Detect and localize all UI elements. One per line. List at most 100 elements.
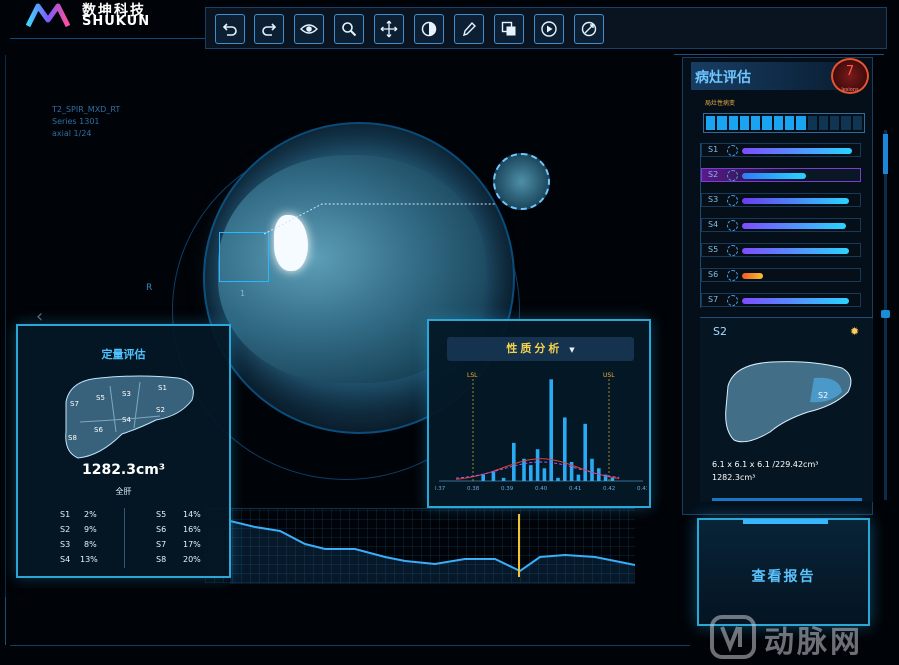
- report-tab-accent: [743, 519, 828, 524]
- segment-detail-panel: S2 ✹ S2 6.1 x 6.1 x 6.1 /229.42cm³ 1282.…: [700, 317, 873, 502]
- x-tick-label: 0.38: [467, 486, 480, 492]
- layers-button[interactable]: [494, 14, 524, 44]
- segment-row-s1[interactable]: S1: [701, 143, 861, 157]
- property-dropdown[interactable]: 性质分析 ▼: [447, 337, 634, 361]
- view-report-button[interactable]: 查看报告: [697, 518, 870, 626]
- pen-icon: [463, 21, 476, 37]
- lesion-count-badge: 7 lesions: [831, 58, 869, 94]
- segment-row-s2[interactable]: S2: [701, 168, 861, 182]
- draw-button[interactable]: [454, 14, 484, 44]
- level-segment: [784, 116, 795, 130]
- contrast-button[interactable]: [414, 14, 444, 44]
- liver-label-s4: S4: [122, 416, 131, 424]
- dropdown-arrow-icon: ▼: [569, 346, 575, 354]
- lesion-assessment-panel: 病灶评估 7 lesions 局灶性病变 S1 S2 S3 S4 S5 S6 S7 S2 ✹ …: [682, 57, 873, 515]
- scrollbar-segment: [883, 134, 888, 174]
- histogram-bar: [529, 465, 533, 481]
- frame-corner: [5, 597, 13, 645]
- histogram-bar: [556, 477, 560, 481]
- settings-button[interactable]: [574, 14, 604, 44]
- histogram-bar: [481, 474, 485, 481]
- lsl-label: LSL: [467, 372, 478, 379]
- view-button[interactable]: [294, 14, 324, 44]
- histogram-bar: [576, 474, 581, 481]
- liver-model-image: S1 S2 S3 S4 S5 S6 S7 S8: [65, 375, 194, 459]
- slice-info: axial 1/24: [52, 129, 92, 138]
- quantitative-panel: 定量评估 S1 S2 S3 S4 S5 S6 S7 S8 1282.3cm³ 全…: [16, 324, 231, 578]
- gear-icon: [727, 245, 738, 256]
- x-tick-label: 0.43: [637, 486, 647, 492]
- property-title: 性质分析: [506, 342, 563, 355]
- signal-curve-panel: [205, 508, 636, 584]
- gear-icon: [727, 295, 738, 306]
- watermark-text: 动脉网: [764, 625, 863, 660]
- x-tick-label: 0.41: [569, 486, 581, 492]
- roi-label: 1: [240, 289, 246, 298]
- seg-name: S1: [60, 510, 71, 519]
- level-segment: [852, 116, 862, 130]
- segment-bar: [742, 298, 849, 304]
- segment-bar: [742, 198, 849, 204]
- level-segment: [818, 116, 829, 130]
- segment-bar: [742, 223, 846, 229]
- segment-bar: [742, 273, 763, 279]
- seg-name: S4: [60, 555, 71, 564]
- level-segment: [807, 116, 817, 130]
- pan-button[interactable]: [374, 14, 404, 44]
- liver-3d-image: S2: [725, 361, 852, 443]
- liver-label-s3: S3: [122, 390, 131, 398]
- shukun-logo-icon: [26, 3, 70, 28]
- series-number: Series 1301: [52, 117, 100, 126]
- frame-left: [5, 55, 6, 600]
- histogram-chart: LSL USL 0.37 0.38 0.39 0.40 0.41 0.42 0.43: [435, 372, 647, 492]
- roi-box[interactable]: [219, 232, 269, 282]
- undo-button[interactable]: [215, 14, 245, 44]
- segment-row-s4[interactable]: S4: [701, 218, 861, 232]
- liver-label-s8: S8: [68, 434, 77, 442]
- seg-name: S7: [156, 540, 167, 549]
- divider: [124, 508, 125, 568]
- seg-pct: 20%: [183, 555, 201, 564]
- play-button[interactable]: [534, 14, 564, 44]
- lesion-type-label: 局灶性病变: [705, 100, 736, 107]
- level-segment: [773, 116, 783, 130]
- level-segment: [739, 116, 750, 130]
- segment-bar: [742, 148, 852, 154]
- segment-row-s6[interactable]: S6: [701, 268, 861, 282]
- gear-icon: [727, 195, 738, 206]
- detail-underline: [712, 498, 862, 501]
- seg-name: S8: [156, 555, 167, 564]
- gear-icon: [727, 170, 738, 181]
- seg-name: S5: [156, 510, 167, 519]
- seg-pct: 8%: [84, 540, 97, 549]
- redo-icon: [262, 23, 277, 36]
- level-segment: [796, 116, 806, 130]
- seg-pct: 16%: [183, 525, 201, 534]
- x-tick-label: 0.39: [501, 486, 514, 492]
- callout-connector: [263, 203, 496, 235]
- segment-bar: [742, 248, 849, 254]
- segment-row-s7[interactable]: S7: [701, 293, 861, 307]
- seg-name: S2: [60, 525, 71, 534]
- scrollbar-thumb[interactable]: [881, 310, 890, 318]
- seg-name: S3: [60, 540, 71, 549]
- series-info: T2_SPIR_MXD_RT Series 1301 axial 1/24: [52, 104, 120, 140]
- zoom-button[interactable]: [334, 14, 364, 44]
- liver-volume: 1282.3cm³: [81, 462, 166, 478]
- eye-icon: [300, 24, 318, 34]
- gear-icon[interactable]: ✹: [850, 325, 859, 338]
- redo-button[interactable]: [254, 14, 284, 44]
- segment-name: S5: [708, 245, 719, 254]
- seg-pct: 13%: [80, 555, 98, 564]
- histogram-bar: [549, 379, 553, 481]
- whole-liver-label: 全肝: [115, 487, 132, 496]
- series-name: T2_SPIR_MXD_RT: [52, 105, 121, 114]
- lesion-title: 病灶评估: [695, 70, 751, 86]
- histogram-bar: [563, 417, 567, 481]
- segment-name: S2: [708, 170, 719, 179]
- segment-name: S3: [708, 195, 719, 204]
- orientation-label: R: [146, 283, 153, 293]
- zoom-preview[interactable]: [493, 153, 550, 210]
- segment-row-s3[interactable]: S3: [701, 193, 861, 207]
- segment-row-s5[interactable]: S5: [701, 243, 861, 257]
